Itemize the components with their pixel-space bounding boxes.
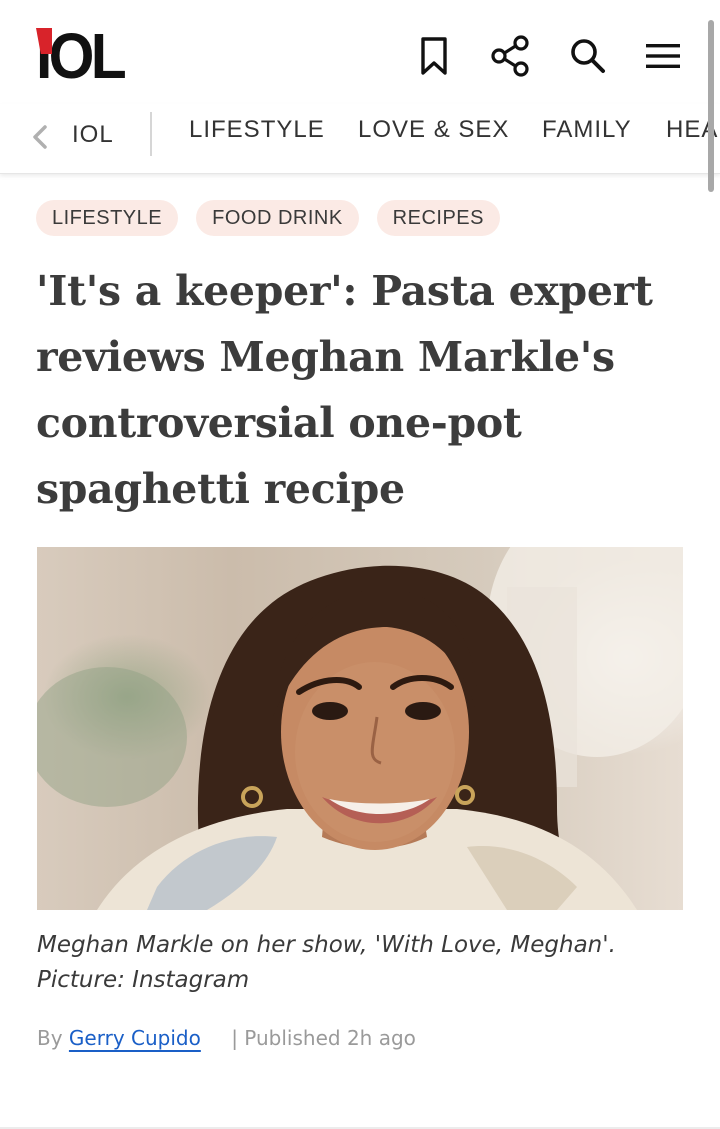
author-link[interactable]: Gerry Cupido <box>69 1026 201 1050</box>
nav-item-love-sex[interactable]: LOVE & SEX <box>358 116 509 144</box>
byline-prefix: By <box>37 1026 63 1050</box>
published-time: | Published 2h ago <box>231 1026 416 1050</box>
page-scrollbar[interactable] <box>708 20 714 192</box>
iol-logo[interactable]: IOL <box>36 24 127 88</box>
nav-item-family[interactable]: FAMILY <box>542 116 632 144</box>
chevron-left-icon[interactable] <box>26 122 54 152</box>
section-nav: IOL LIFESTYLE LOVE & SEX FAMILY HEA <box>0 104 720 174</box>
tag-lifestyle[interactable]: LIFESTYLE <box>36 200 179 236</box>
photo-caption: Meghan Markle on her show, 'With Love, M… <box>37 932 616 993</box>
article-headline: 'It's a keeper': Pasta expert reviews Me… <box>36 267 653 513</box>
menu-icon[interactable] <box>641 34 685 78</box>
tag-recipes[interactable]: RECIPES <box>376 200 500 236</box>
tag-food-drink[interactable]: FOOD DRINK <box>196 200 359 236</box>
nav-divider <box>150 112 152 156</box>
top-header: IOL <box>0 0 720 104</box>
nav-item-lifestyle[interactable]: LIFESTYLE <box>189 116 325 144</box>
nav-item-iol[interactable]: IOL <box>72 121 114 149</box>
search-icon[interactable] <box>566 34 610 78</box>
byline: By Gerry Cupido | Published 2h ago <box>37 1026 416 1050</box>
bookmark-icon[interactable] <box>412 34 456 78</box>
article-tags: LIFESTYLE FOOD DRINK RECIPES <box>36 200 500 236</box>
share-icon[interactable] <box>489 34 533 78</box>
article-photo <box>37 547 683 910</box>
